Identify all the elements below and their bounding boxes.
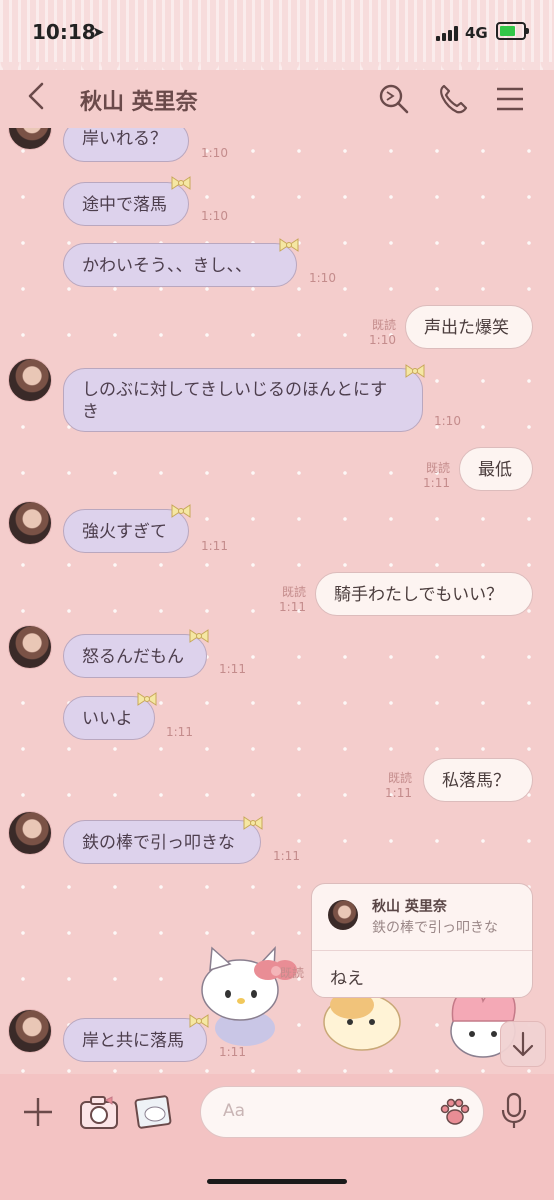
ribbon-icon — [189, 629, 209, 643]
hello-kitty-sticker — [201, 946, 297, 1046]
message-input[interactable]: Aa — [200, 1086, 484, 1138]
ribbon-icon — [171, 176, 191, 190]
message-bubble-incoming[interactable]: かわいそう、、きし、、 — [63, 243, 297, 287]
avatar[interactable] — [8, 128, 52, 150]
message-time: 1:10 — [201, 146, 228, 160]
message-bubble-incoming[interactable]: しのぶに対してきしいじるのほんとにすき — [63, 368, 423, 432]
message-text: 私落馬？ — [442, 771, 510, 791]
chat-header: 秋山 英里奈 — [0, 70, 554, 128]
read-receipt: 既読 — [371, 318, 396, 332]
avatar[interactable] — [8, 1009, 52, 1053]
avatar[interactable] — [8, 625, 52, 669]
scroll-to-bottom-button[interactable] — [500, 1021, 546, 1067]
message-bubble-incoming[interactable]: 岸いれる？ — [63, 128, 189, 162]
message-text: 声出た爆笑 — [424, 318, 509, 338]
message-text: 途中で落馬 — [82, 195, 167, 215]
message-time: 1:10 — [201, 209, 228, 223]
chat-area[interactable]: 岸いれる？ 1:10 途中で落馬 1:10 かわいそう、、きし、、 1:10 既… — [0, 128, 554, 1074]
chat-title: 秋山 英里奈 — [80, 90, 198, 115]
message-bubble-outgoing[interactable]: 私落馬？ — [423, 758, 533, 802]
read-receipt: 既読 — [281, 585, 306, 599]
ribbon-icon — [279, 238, 299, 252]
message-text: 騎手わたしでもいい？ — [334, 585, 504, 605]
message-time: 1:11 — [166, 725, 193, 739]
message-text: 強火すぎて — [82, 522, 167, 542]
message-bubble-outgoing[interactable]: 声出た爆笑 — [405, 305, 533, 349]
ribbon-icon — [405, 364, 425, 378]
message-bubble-incoming[interactable]: 岸と共に落馬 — [63, 1018, 207, 1062]
avatar[interactable] — [8, 501, 52, 545]
message-time: 1:10 — [434, 414, 461, 428]
reply-avatar — [328, 900, 358, 930]
reply-text: ねえ — [330, 969, 364, 989]
message-bubble-outgoing[interactable]: 最低 — [459, 447, 533, 491]
read-receipt: 既読 — [387, 771, 412, 785]
signal-icon — [436, 25, 460, 41]
avatar[interactable] — [8, 811, 52, 855]
message-time: 1:11 — [201, 539, 228, 553]
status-bar: 10:18 ➤ 4G — [0, 0, 554, 70]
message-time: 1:11 — [423, 476, 450, 490]
status-time: 10:18 — [32, 20, 96, 44]
message-bubble-incoming[interactable]: 怒るんだもん — [63, 634, 207, 678]
reply-message-bubble[interactable]: 秋山 英里奈 鉄の棒で引っ叩きな ねえ — [311, 883, 533, 998]
avatar[interactable] — [8, 358, 52, 402]
message-input-placeholder: Aa — [223, 1101, 246, 1121]
message-time: 1:11 — [273, 849, 300, 863]
camera-icon[interactable] — [78, 1094, 120, 1130]
message-text: しのぶに対してきしいじるのほんとにすき — [82, 380, 388, 422]
message-time: 1:11 — [279, 600, 306, 614]
paw-icon[interactable] — [439, 1097, 471, 1127]
message-text: 岸と共に落馬 — [82, 1031, 184, 1051]
back-icon[interactable] — [26, 82, 46, 110]
read-receipt: 既読 — [425, 461, 450, 475]
ribbon-icon — [189, 1014, 209, 1028]
menu-icon[interactable] — [493, 82, 527, 116]
reply-quote: 鉄の棒で引っ叩きな — [372, 920, 498, 936]
message-time: 1:10 — [309, 271, 336, 285]
ribbon-icon — [137, 692, 157, 706]
divider — [312, 950, 532, 951]
battery-icon — [496, 22, 529, 40]
message-time: 1:10 — [369, 333, 396, 347]
home-indicator — [207, 1179, 347, 1184]
ribbon-icon — [171, 504, 191, 518]
search-icon[interactable] — [377, 82, 411, 116]
photo-icon[interactable] — [133, 1092, 175, 1130]
message-text: 岸いれる？ — [82, 129, 167, 149]
phone-icon[interactable] — [436, 82, 470, 116]
plus-icon[interactable] — [22, 1096, 54, 1128]
ribbon-icon — [243, 816, 263, 830]
message-text: 怒るんだもん — [82, 647, 184, 667]
network-type: 4G — [465, 24, 488, 42]
reply-name: 秋山 英里奈 — [372, 899, 447, 915]
message-bubble-outgoing[interactable]: 騎手わたしでもいい？ — [315, 572, 533, 616]
mic-icon[interactable] — [500, 1092, 528, 1130]
message-text: かわいそう、、きし、、 — [82, 256, 252, 276]
read-receipt: 既読 — [280, 966, 305, 980]
message-bubble-incoming[interactable]: 鉄の棒で引っ叩きな — [63, 820, 261, 864]
message-text: 鉄の棒で引っ叩きな — [82, 833, 235, 853]
message-text: いいよ — [82, 709, 133, 729]
message-time: 1:11 — [385, 786, 412, 800]
message-text: 最低 — [478, 460, 512, 480]
arrow-down-icon — [512, 1031, 534, 1057]
location-arrow-icon: ➤ — [92, 23, 105, 41]
message-time: 1:11 — [219, 1045, 246, 1059]
message-time: 1:11 — [219, 662, 246, 676]
